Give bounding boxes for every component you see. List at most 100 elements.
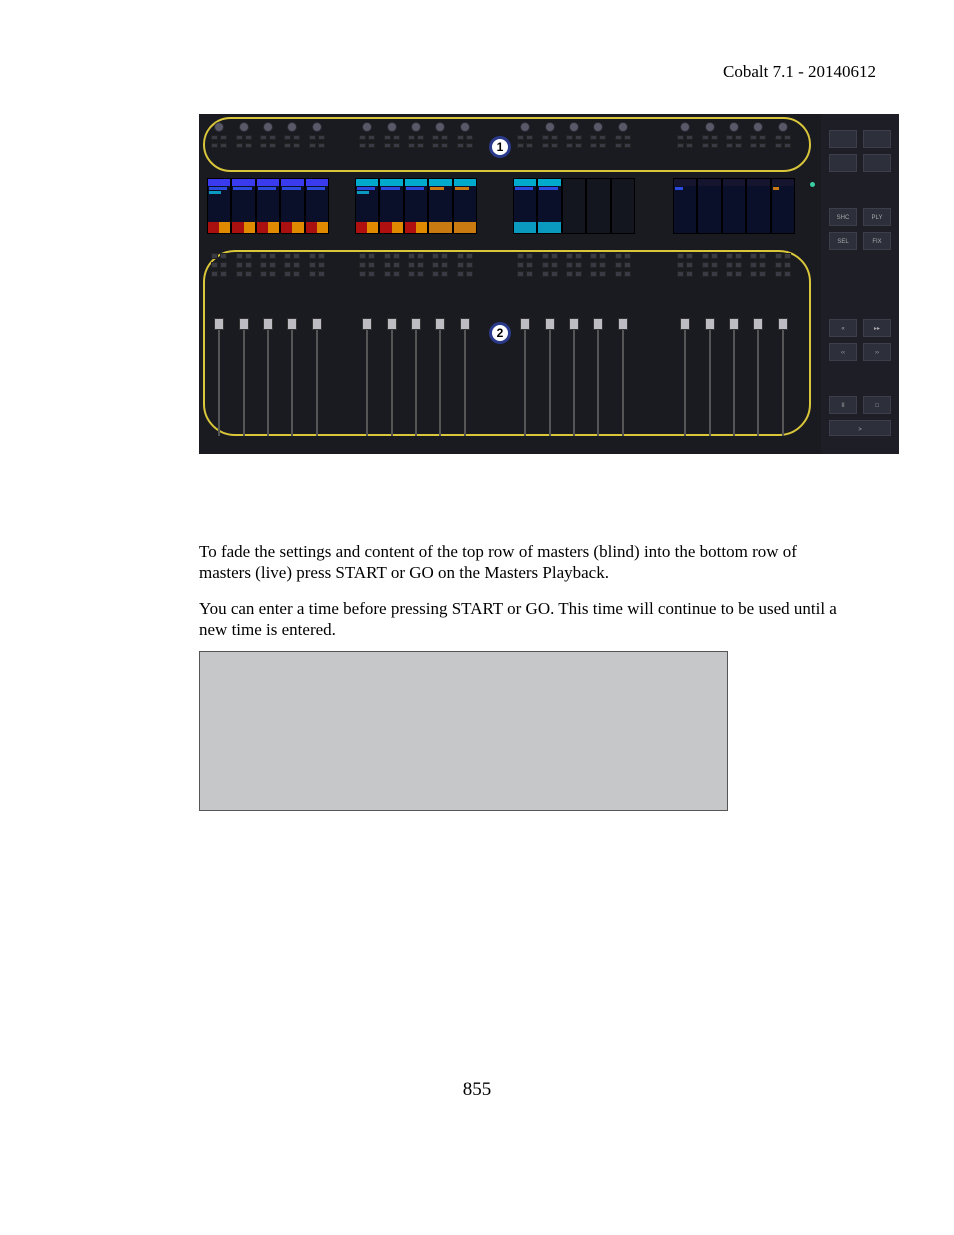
encoder[interactable] — [611, 252, 635, 306]
placeholder-box — [199, 651, 728, 811]
encoder[interactable] — [746, 120, 770, 174]
master-display — [611, 178, 635, 234]
bank — [513, 178, 635, 234]
fader[interactable] — [771, 310, 795, 436]
fader[interactable] — [513, 310, 537, 436]
encoder[interactable] — [207, 120, 231, 174]
stop-icon: □ — [875, 403, 879, 409]
encoder[interactable] — [513, 120, 537, 174]
console-panel: 1 2 — [199, 114, 821, 454]
fader[interactable] — [231, 310, 255, 436]
sidebar-button[interactable] — [829, 130, 857, 148]
encoder[interactable] — [355, 120, 379, 174]
bank — [355, 120, 477, 174]
sidebar-button[interactable]: PLY — [863, 208, 891, 226]
fader[interactable] — [746, 310, 770, 436]
encoder[interactable] — [771, 120, 795, 174]
forward-icon: ›› — [875, 350, 879, 356]
master-display — [722, 178, 746, 234]
label: PLY — [872, 215, 883, 221]
next-button[interactable]: ▸▸ — [863, 319, 891, 337]
encoder[interactable] — [697, 120, 721, 174]
fader[interactable] — [537, 310, 561, 436]
next-icon: ▸▸ — [874, 326, 880, 332]
fader[interactable] — [562, 310, 586, 436]
encoder[interactable] — [404, 120, 428, 174]
fader[interactable] — [256, 310, 280, 436]
master-display — [305, 178, 329, 234]
encoder[interactable] — [355, 252, 379, 306]
encoder[interactable] — [537, 252, 561, 306]
encoder[interactable] — [256, 120, 280, 174]
fader[interactable] — [207, 310, 231, 436]
encoder[interactable] — [771, 252, 795, 306]
bank — [513, 120, 635, 174]
fader[interactable] — [697, 310, 721, 436]
bank — [355, 252, 477, 306]
encoder[interactable] — [562, 252, 586, 306]
encoder[interactable] — [697, 252, 721, 306]
go-button[interactable]: > — [829, 420, 891, 436]
doc-title: Cobalt 7.1 - 20140612 — [723, 62, 876, 81]
master-display — [697, 178, 721, 234]
encoder[interactable] — [453, 120, 477, 174]
sidebar-button[interactable]: SEL — [829, 232, 857, 250]
bank — [355, 310, 477, 436]
encoder[interactable] — [428, 252, 452, 306]
encoder[interactable] — [746, 252, 770, 306]
fader[interactable] — [673, 310, 697, 436]
fader[interactable] — [379, 310, 403, 436]
encoder[interactable] — [513, 252, 537, 306]
encoder[interactable] — [280, 120, 304, 174]
sidebar-button[interactable] — [863, 154, 891, 172]
pause-icon: II — [841, 403, 844, 409]
sidebar-button[interactable]: FIX — [863, 232, 891, 250]
prev-button[interactable]: « — [829, 319, 857, 337]
encoder[interactable] — [673, 120, 697, 174]
encoder[interactable] — [562, 120, 586, 174]
fader[interactable] — [722, 310, 746, 436]
fader[interactable] — [453, 310, 477, 436]
encoder[interactable] — [256, 252, 280, 306]
encoder[interactable] — [231, 120, 255, 174]
encoder[interactable] — [586, 120, 610, 174]
encoder[interactable] — [231, 252, 255, 306]
encoder[interactable] — [722, 120, 746, 174]
encoder[interactable] — [305, 120, 329, 174]
fader[interactable] — [428, 310, 452, 436]
encoder[interactable] — [379, 120, 403, 174]
bank — [513, 252, 635, 306]
sidebar-button[interactable]: SHC — [829, 208, 857, 226]
fader[interactable] — [404, 310, 428, 436]
forward-button[interactable]: ›› — [863, 343, 891, 361]
bank — [673, 178, 795, 234]
encoder[interactable] — [537, 120, 561, 174]
encoder[interactable] — [673, 252, 697, 306]
stop-button[interactable]: □ — [863, 396, 891, 414]
screenshot-figure: 1 2 — [199, 114, 899, 454]
encoder[interactable] — [305, 252, 329, 306]
fader[interactable] — [280, 310, 304, 436]
pause-button[interactable]: II — [829, 396, 857, 414]
encoder[interactable] — [586, 252, 610, 306]
master-display — [355, 178, 379, 234]
callout-label: 1 — [497, 140, 504, 154]
encoder[interactable] — [722, 252, 746, 306]
bank — [207, 178, 329, 234]
encoder[interactable] — [428, 120, 452, 174]
bank — [355, 178, 477, 234]
encoder[interactable] — [404, 252, 428, 306]
rewind-button[interactable]: ‹‹ — [829, 343, 857, 361]
fader[interactable] — [305, 310, 329, 436]
encoder[interactable] — [611, 120, 635, 174]
sidebar-button[interactable] — [863, 130, 891, 148]
sidebar-button[interactable] — [829, 154, 857, 172]
encoder[interactable] — [379, 252, 403, 306]
fader[interactable] — [611, 310, 635, 436]
label: FIX — [872, 239, 881, 245]
fader[interactable] — [355, 310, 379, 436]
encoder[interactable] — [207, 252, 231, 306]
fader[interactable] — [586, 310, 610, 436]
encoder[interactable] — [453, 252, 477, 306]
encoder[interactable] — [280, 252, 304, 306]
